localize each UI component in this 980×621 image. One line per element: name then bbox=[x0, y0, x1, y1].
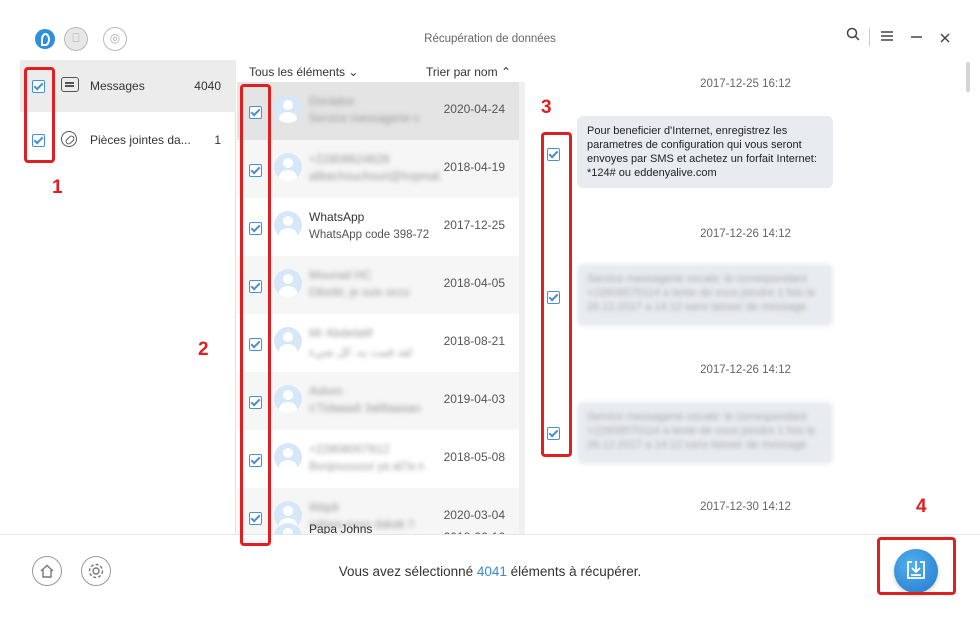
message-bubble: Service messagerie vocale: le correspond… bbox=[577, 402, 833, 464]
message-date: 2018-05-08 bbox=[443, 450, 505, 464]
category-count: 4040 bbox=[194, 79, 221, 93]
window-title: Récupération de données bbox=[424, 33, 556, 45]
list-scrollbar[interactable] bbox=[519, 82, 525, 534]
message-date: 2018-08-21 bbox=[443, 334, 505, 348]
list-item[interactable]: WhatsApp WhatsApp code 398-72 2017-12-25 bbox=[237, 198, 519, 256]
selected-count: 4041 bbox=[476, 564, 507, 579]
message-date: 2019-04-03 bbox=[443, 392, 505, 406]
search-icon[interactable] bbox=[846, 27, 860, 45]
ios-device-icon[interactable]: ⎕ bbox=[64, 27, 88, 51]
contact-name: WhatsApp bbox=[309, 210, 365, 224]
close-icon[interactable] bbox=[940, 30, 950, 47]
avatar bbox=[274, 523, 302, 534]
list-item[interactable]: +22808624828 alibachouchouri@hopmal. 201… bbox=[237, 140, 519, 198]
icloud-icon[interactable]: ◎ bbox=[103, 27, 127, 51]
annotation-box-1 bbox=[24, 67, 55, 163]
message-date: 2017-12-25 bbox=[443, 218, 505, 232]
message-timestamp: 2017-12-25 16:12 bbox=[700, 78, 791, 90]
attachment-icon bbox=[61, 131, 77, 147]
message-preview: WhatsApp code 398-72 bbox=[309, 229, 430, 241]
contact-name: Papa Johns bbox=[309, 522, 373, 534]
conversation-view: 2017-12-25 16:12 Pour beneficier d'Inter… bbox=[527, 60, 964, 534]
sort-dropdown[interactable]: Trier par nom ⌃ bbox=[426, 65, 511, 79]
list-item[interactable]: Aslom n'Tidaaadi 3ali6aaaao 2019-04-03 bbox=[237, 372, 519, 430]
list-item[interactable]: Mr Abdelatif لقد قمت به، كل شيء 2018-08-… bbox=[237, 314, 519, 372]
message-preview: لقد قمت به، كل شيء bbox=[309, 347, 413, 359]
message-preview: n'Tidaaadi 3ali6aaaao bbox=[309, 403, 421, 415]
home-icon bbox=[40, 564, 54, 578]
message-bubble: Pour beneficier d'Internet, enregistrez … bbox=[577, 116, 833, 188]
message-date: 2018-04-19 bbox=[443, 160, 505, 174]
avatar bbox=[274, 327, 302, 355]
annotation-number-4: 4 bbox=[916, 496, 927, 517]
avatar bbox=[274, 385, 302, 413]
list-item[interactable]: Papa Johns 2018-06-16 bbox=[237, 510, 519, 534]
avatar bbox=[274, 211, 302, 239]
avatar bbox=[274, 153, 302, 181]
message-timestamp: 2017-12-26 14:12 bbox=[700, 228, 791, 240]
category-count: 1 bbox=[214, 133, 221, 147]
title-bar: ⎕ ◎ Récupération de données bbox=[0, 0, 980, 60]
message-date: 2020-04-24 bbox=[443, 102, 505, 116]
contact-name: Doradox bbox=[309, 94, 355, 108]
list-item[interactable]: Doradox Service messagerie v 2020-04-24 bbox=[237, 82, 519, 140]
settings-button[interactable] bbox=[81, 556, 111, 586]
message-icon bbox=[61, 77, 79, 92]
menu-icon[interactable] bbox=[881, 29, 893, 46]
annotation-number-1: 1 bbox=[52, 177, 63, 198]
filter-dropdown[interactable]: Tous les éléments ⌄ bbox=[249, 65, 358, 79]
contact-name: Mr Abdelatif bbox=[309, 326, 373, 340]
contact-name: +22808007812 bbox=[309, 442, 390, 456]
settings-icon bbox=[88, 563, 104, 579]
conversation-list: Doradox Service messagerie v 2020-04-24 … bbox=[237, 82, 519, 534]
toolbar-divider bbox=[869, 28, 870, 46]
category-label: Pièces jointes da... bbox=[90, 133, 191, 147]
status-prefix: Vous avez sélectionné bbox=[338, 564, 477, 579]
list-item[interactable]: +22808007812 Bonjouuuuur ya al7a n 2018-… bbox=[237, 430, 519, 488]
contact-name: Aslom bbox=[309, 384, 343, 398]
status-suffix: éléments à récupérer. bbox=[506, 564, 642, 579]
avatar bbox=[274, 443, 302, 471]
conversation-scrollbar[interactable] bbox=[964, 60, 972, 534]
selection-status: Vous avez sélectionné 4041 éléments à ré… bbox=[300, 564, 680, 579]
list-item[interactable]: Mounail HC Dikeilé, je suis occu 2018-04… bbox=[237, 256, 519, 314]
contact-name: +22808624828 bbox=[309, 152, 390, 166]
minimize-icon[interactable] bbox=[911, 29, 922, 46]
message-timestamp: 2017-12-26 14:12 bbox=[700, 364, 791, 376]
bottom-bar: Vous avez sélectionné 4041 éléments à ré… bbox=[0, 534, 980, 621]
message-date: 2018-04-05 bbox=[443, 276, 505, 290]
list-header: Tous les éléments ⌄ Trier par nom ⌃ bbox=[237, 60, 519, 82]
message-preview: Dikeilé, je suis occu bbox=[309, 287, 410, 299]
message-bubble: Service messagerie vocale: le correspond… bbox=[577, 264, 833, 326]
message-timestamp: 2017-12-30 14:12 bbox=[700, 501, 791, 513]
message-preview: Bonjouuuuur ya al7a n bbox=[309, 461, 425, 473]
annotation-box-4 bbox=[877, 537, 956, 595]
annotation-box-3 bbox=[541, 132, 572, 457]
message-preview: alibachouchouri@hopmal. bbox=[309, 171, 443, 183]
avatar bbox=[274, 95, 302, 123]
contact-name: Mounail HC bbox=[309, 268, 372, 282]
message-preview: Service messagerie v bbox=[309, 113, 419, 125]
annotation-number-3: 3 bbox=[541, 97, 552, 118]
annotation-box-2 bbox=[240, 84, 271, 546]
app-logo-icon bbox=[35, 29, 55, 49]
avatar bbox=[274, 269, 302, 297]
category-label: Messages bbox=[90, 79, 145, 93]
annotation-number-2: 2 bbox=[198, 339, 209, 360]
home-button[interactable] bbox=[32, 556, 62, 586]
